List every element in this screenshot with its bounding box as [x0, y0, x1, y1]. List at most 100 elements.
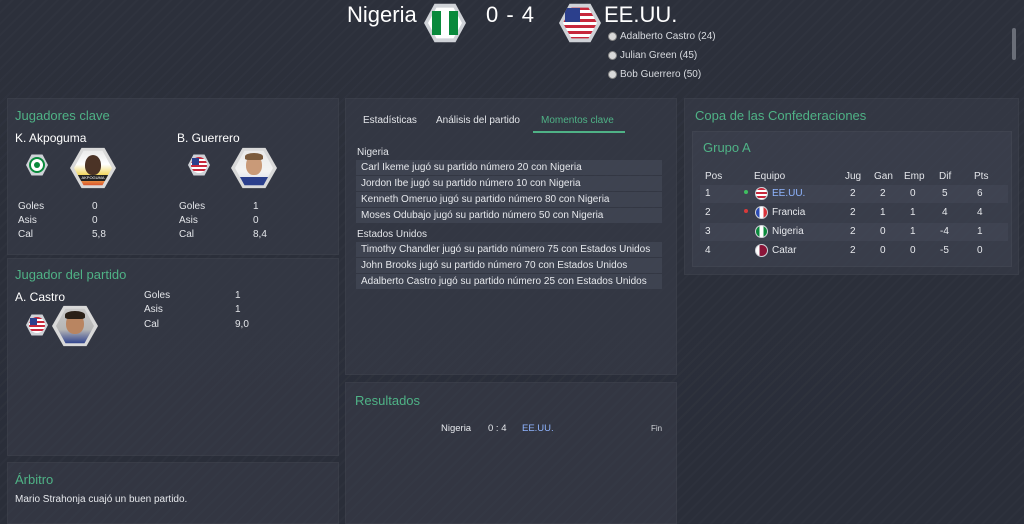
france-flag-icon: [755, 206, 768, 219]
row-played: 2: [850, 188, 856, 199]
stat-label: Cal: [179, 229, 195, 240]
up-arrow-icon: [744, 190, 748, 194]
scorer-label[interactable]: Adalberto Castro (24): [620, 31, 716, 42]
results-title: Resultados: [355, 393, 421, 408]
row-played: 2: [850, 226, 856, 237]
col-header-drawn: Emp: [904, 171, 925, 182]
tab-key-moments[interactable]: Momentos clave: [541, 115, 614, 126]
referee-panel: [7, 462, 339, 524]
table-row[interactable]: 1 EE.UU. 2 2 0 5 6: [700, 185, 1008, 203]
moment-item[interactable]: John Brooks jugó su partido número 70 co…: [356, 258, 662, 273]
key-players-title: Jugadores clave: [15, 108, 110, 123]
moment-item[interactable]: Timothy Chandler jugó su partido número …: [356, 242, 662, 257]
referee-title: Árbitro: [15, 472, 54, 487]
row-diff: 4: [942, 207, 948, 218]
row-pos: 4: [705, 245, 711, 256]
stat-value: 9,0: [235, 319, 249, 330]
player-of-match-title: Jugador del partido: [15, 267, 127, 282]
competition-title[interactable]: Copa de las Confederaciones: [695, 108, 866, 123]
moment-group-title: Nigeria: [357, 147, 389, 158]
scorer-line: Julian Green (45): [608, 50, 697, 61]
row-pos: 3: [705, 226, 711, 237]
usa-crest-icon[interactable]: [559, 3, 601, 43]
result-status: Fin: [651, 424, 663, 433]
row-team[interactable]: EE.UU.: [772, 188, 805, 199]
row-drawn: 0: [910, 188, 916, 199]
group-title: Grupo A: [703, 140, 751, 155]
active-tab-indicator: [533, 131, 625, 133]
stat-label: Goles: [179, 201, 206, 212]
stat-value: 8,4: [253, 229, 267, 240]
key-player-name[interactable]: B. Guerrero: [177, 131, 240, 145]
row-played: 2: [850, 207, 856, 218]
row-points: 4: [977, 207, 983, 218]
row-points: 6: [977, 188, 983, 199]
tab-statistics[interactable]: Estadísticas: [363, 115, 417, 126]
stat-label: Cal: [144, 319, 160, 330]
scorer-label[interactable]: Bob Guerrero (50): [620, 69, 701, 80]
stat-value: 5,8: [92, 229, 106, 240]
moment-item[interactable]: Kenneth Omeruo jugó su partido número 80…: [356, 192, 662, 207]
row-team[interactable]: Catar: [772, 245, 796, 256]
player-of-match-name[interactable]: A. Castro: [15, 290, 65, 304]
row-points: 0: [977, 245, 983, 256]
row-diff: -5: [940, 245, 949, 256]
row-won: 0: [880, 245, 886, 256]
row-won: 1: [880, 207, 886, 218]
usa-flag-icon: [755, 187, 768, 200]
nigeria-flag-icon: [755, 225, 768, 238]
moment-item[interactable]: Jordon Ibe jugó su partido número 10 con…: [356, 176, 662, 191]
col-header-played: Jug: [845, 171, 862, 182]
stat-label: Goles: [144, 290, 171, 301]
row-drawn: 1: [910, 226, 916, 237]
referee-text: Mario Strahonja cuajó un buen partido.: [15, 494, 188, 505]
tab-match-analysis[interactable]: Análisis del partido: [436, 115, 520, 126]
key-player-name[interactable]: K. Akpoguma: [15, 131, 86, 145]
ball-icon: [608, 70, 617, 79]
stat-label: Goles: [18, 201, 45, 212]
moment-item[interactable]: Carl Ikeme jugó su partido número 20 con…: [356, 160, 662, 175]
table-row[interactable]: 4 Catar 2 0 0 -5 0: [700, 242, 1008, 260]
col-header-team: Equipo: [754, 171, 786, 182]
moment-item[interactable]: Adalberto Castro jugó su partido número …: [356, 274, 662, 289]
player-of-match-panel: [7, 258, 339, 456]
row-diff: -4: [940, 226, 949, 237]
table-row[interactable]: 3 Nigeria 2 0 1 -4 1: [700, 223, 1008, 241]
scorer-label[interactable]: Julian Green (45): [620, 50, 697, 61]
row-pos: 2: [705, 207, 711, 218]
moment-item[interactable]: Moses Odubajo jugó su partido número 50 …: [356, 208, 662, 223]
col-header-points: Pts: [974, 171, 989, 182]
ball-icon: [608, 51, 617, 60]
home-team-name[interactable]: Nigeria: [347, 2, 417, 28]
result-score[interactable]: 0 : 4: [488, 423, 507, 434]
row-diff: 5: [942, 188, 948, 199]
row-won: 2: [880, 188, 886, 199]
stat-label: Asis: [179, 215, 198, 226]
col-header-won: Gan: [874, 171, 893, 182]
down-arrow-icon: [744, 209, 748, 213]
photo-caption: AKPOGUMA: [78, 175, 108, 181]
row-won: 0: [880, 226, 886, 237]
qatar-flag-icon: [755, 244, 768, 257]
stat-label: Cal: [18, 229, 34, 240]
nigeria-crest-icon[interactable]: [424, 3, 466, 43]
row-points: 1: [977, 226, 983, 237]
row-played: 2: [850, 245, 856, 256]
result-away-team[interactable]: EE.UU.: [522, 423, 554, 434]
col-header-pos: Pos: [705, 171, 723, 182]
stat-value: 0: [253, 215, 259, 226]
table-row[interactable]: 2 Francia 2 1 1 4 4: [700, 204, 1008, 222]
result-home-team[interactable]: Nigeria: [441, 423, 471, 434]
stat-value: 1: [253, 201, 259, 212]
scorer-line: Adalberto Castro (24): [608, 31, 716, 42]
scorers-scrollbar[interactable]: [1012, 28, 1016, 60]
row-team[interactable]: Nigeria: [772, 226, 804, 237]
scorer-line: Bob Guerrero (50): [608, 69, 701, 80]
row-drawn: 1: [910, 207, 916, 218]
row-drawn: 0: [910, 245, 916, 256]
row-team[interactable]: Francia: [772, 207, 805, 218]
stat-value: 0: [92, 201, 98, 212]
row-pos: 1: [705, 188, 711, 199]
away-team-name[interactable]: EE.UU.: [604, 2, 677, 28]
stat-label: Asis: [18, 215, 37, 226]
